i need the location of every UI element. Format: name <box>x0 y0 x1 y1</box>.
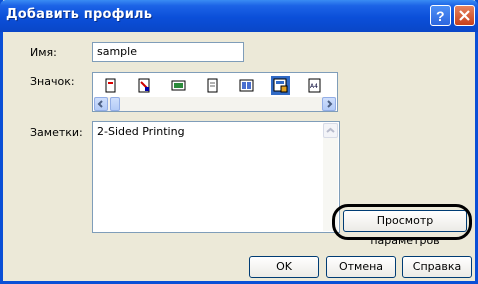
svg-text:A4: A4 <box>310 83 318 90</box>
scroll-right-button[interactable] <box>322 97 336 111</box>
notes-label: Заметки: <box>30 126 83 139</box>
profile-icon-7[interactable]: A4 <box>305 76 324 95</box>
question-icon: ? <box>436 8 445 24</box>
title-bar[interactable]: Добавить профиль ? <box>0 0 478 32</box>
chevron-left-icon <box>97 100 103 108</box>
profile-icon-3[interactable] <box>169 76 188 95</box>
notes-text: 2-Sided Printing <box>97 125 185 138</box>
cancel-button[interactable]: Отмена <box>326 256 396 278</box>
chevron-up-icon <box>326 127 335 133</box>
profile-icon-4[interactable] <box>203 76 222 95</box>
profile-icon-1[interactable] <box>101 76 120 95</box>
profile-icon-6[interactable] <box>271 76 290 95</box>
name-label: Имя: <box>30 46 57 59</box>
close-icon <box>459 10 470 21</box>
highlight-ring <box>332 204 472 240</box>
scroll-up-button[interactable] <box>323 123 338 138</box>
window-title: Добавить профиль <box>6 7 153 22</box>
profile-icon-5[interactable] <box>237 76 256 95</box>
profile-icon-2[interactable] <box>135 76 154 95</box>
icon-label: Значок: <box>30 75 75 88</box>
scroll-left-button[interactable] <box>94 97 108 111</box>
name-input[interactable]: sample <box>92 42 244 62</box>
help-button[interactable]: Справка <box>402 256 472 278</box>
icon-picker-scrollbar[interactable] <box>94 97 336 111</box>
svg-text:?: ? <box>436 8 445 24</box>
chevron-right-icon <box>327 100 333 108</box>
ok-button[interactable]: OK <box>249 256 319 278</box>
help-title-button[interactable]: ? <box>430 5 451 26</box>
scrollbar-thumb[interactable] <box>110 97 120 111</box>
close-button[interactable] <box>454 5 475 26</box>
notes-textarea[interactable]: 2-Sided Printing <box>92 121 340 233</box>
icon-picker[interactable]: A4 <box>92 72 338 112</box>
